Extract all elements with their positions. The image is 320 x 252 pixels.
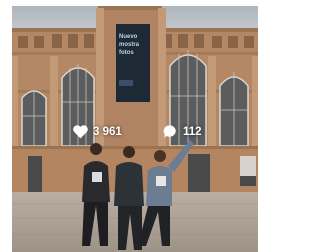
comments-stat[interactable]: 112 [162,122,202,142]
heart-icon [72,124,90,140]
likes-stat[interactable]: 3 961 [72,122,122,142]
banner-line-3: fotos [119,50,134,56]
banner-line-2: mostra [119,42,140,48]
banner-line-1: Nuevo [119,34,138,40]
post-stats: 3 961 112 [70,122,220,142]
comment-bubble-icon [162,124,180,140]
comments-count: 112 [183,126,202,138]
post-tile[interactable]: Nuevo mostra fotos 3 961 112 [12,6,258,252]
likes-count: 3 961 [93,126,122,138]
